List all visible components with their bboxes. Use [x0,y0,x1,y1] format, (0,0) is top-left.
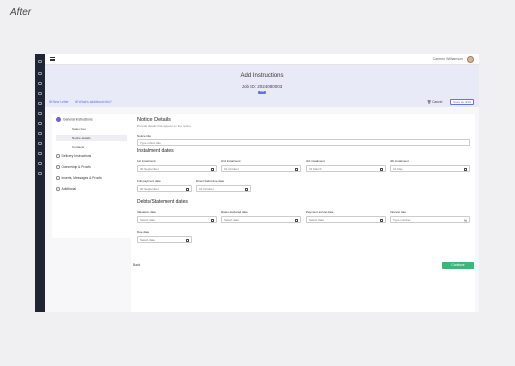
interest-rate-input[interactable]: Type number% [390,216,470,223]
notice-title-label: Notice title [137,134,152,138]
archive-icon[interactable] [38,172,42,175]
percent-icon: % [463,218,467,223]
inst3-value: 31 March [309,167,322,171]
step-label: Delivery Instructions [61,154,92,158]
page-title: Add Instructions [240,73,284,79]
mail-icon[interactable] [38,142,42,145]
step-label: General Instructions [63,117,93,122]
full-payment-label: Full payment date [137,179,161,183]
due-placeholder: Select date [140,238,156,242]
valuation-label: Valuation date [137,210,156,214]
calendar-icon [244,187,248,191]
payment-placeholder: Select date [309,218,325,222]
sub-item-sales-fee[interactable]: Sales Fee [56,126,127,132]
inst4-date-input[interactable]: 31 May [390,165,470,172]
rates-label: Rates declared date [221,210,248,214]
chart-icon[interactable] [38,122,42,125]
cancel-button[interactable]: 🗑 Cancel [427,100,442,104]
calendar-icon [185,238,189,242]
calendar-icon [294,167,298,171]
back-button[interactable]: Back [133,263,140,267]
inst3-date-input[interactable]: 31 March [306,165,386,172]
calendar-icon [294,218,298,222]
status-badge: Draft [258,90,266,94]
direct-debit-date-input[interactable]: 01 October [196,185,251,192]
interest-placeholder: Type number [393,218,411,222]
calendar-icon [379,167,383,171]
sub-item-notice-details[interactable]: Notice details [56,135,127,141]
step-dot-icon [56,117,61,122]
due-date-label: Due date [137,230,150,234]
inst2-date-input[interactable]: 01 October [221,165,301,172]
user-name: Carmen Williamson [432,57,463,61]
rates-placeholder: Select date [224,218,240,222]
document-icon[interactable] [38,82,42,85]
users-icon[interactable] [38,132,42,135]
page-label: After [10,7,32,18]
sub-item-contacts[interactable]: Contacts [56,144,127,150]
interest-label: Interest rate [390,210,407,214]
step-label: Inserts, Messages & Proofs [61,176,102,180]
folder-icon[interactable] [38,102,42,105]
calendar-icon [185,187,189,191]
additional-info-link[interactable]: ⊞ What's additional info? [75,100,112,104]
inst1-date-input[interactable]: 30 September [137,165,217,172]
notice-details-title: Notice Details [137,117,171,123]
step-dot-icon [56,187,60,191]
save-draft-button[interactable]: Save as draft [450,99,474,105]
inst2-label: 2nd instalment [221,159,241,163]
step-general[interactable]: General Instructions [56,117,93,122]
calendar-icon[interactable] [38,112,42,115]
settings-icon[interactable] [38,152,42,155]
instalment-heading: Instalment dates [137,148,174,154]
top-bar: Carmen Williamson [45,54,479,65]
direct-debit-label: Direct Debit due date [196,179,225,183]
step-delivery[interactable]: Delivery Instructions [56,154,91,158]
continue-button[interactable]: Continue [442,262,474,269]
left-rail [35,54,45,312]
inst4-value: 31 May [393,167,403,171]
logo-icon [38,60,42,63]
step-label: Ownership & Proofs [61,165,91,169]
job-id: Job ID: 2024080003 [241,84,283,89]
page-header: Add Instructions Job ID: 2024080003 Draf… [45,65,479,107]
form-panel: Notice Details Provide details that appe… [131,114,475,312]
step-dot-icon [56,165,60,169]
valuation-date-input[interactable]: Select date [137,216,217,223]
app-window: Carmen Williamson Add Instructions Job I… [35,54,479,312]
step-ownership[interactable]: Ownership & Proofs [56,165,91,169]
help-icon[interactable] [38,162,42,165]
full-payment-value: 30 September [140,187,159,191]
inst3-label: 3rd instalment [306,159,325,163]
avatar[interactable] [467,56,474,63]
payment-label: Payment arrival date [306,210,334,214]
notice-title-input[interactable]: Type notice title [137,139,470,146]
rates-date-input[interactable]: Select date [221,216,301,223]
valuation-placeholder: Select date [140,218,156,222]
full-payment-date-input[interactable]: 30 September [137,185,192,192]
direct-debit-value: 01 October [199,187,214,191]
step-inserts[interactable]: Inserts, Messages & Proofs [56,176,102,180]
new-letter-link[interactable]: ⊞ New Letter [49,100,69,104]
home-icon[interactable] [38,72,42,75]
hamburger-menu-icon[interactable] [50,57,55,61]
calendar-icon [210,218,214,222]
list-icon[interactable] [38,92,42,95]
step-additional[interactable]: Additional [56,187,76,191]
due-date-input[interactable]: Select date [137,236,192,243]
step-dot-icon [56,154,60,158]
inst2-value: 01 October [224,167,239,171]
payment-date-input[interactable]: Select date [306,216,386,223]
step-label: Additional [61,187,76,191]
inst1-value: 30 September [140,167,159,171]
calendar-icon [210,167,214,171]
notice-details-description: Provide details that appear on the notic… [137,124,192,128]
calendar-icon [379,218,383,222]
step-dot-icon [56,176,60,180]
inst4-label: 4th instalment [390,159,409,163]
inst1-label: 1st instalment [137,159,156,163]
debts-heading: Debts/Statement dates [137,199,188,205]
calendar-icon [463,167,467,171]
steps-panel: General Instructions Sales Fee Notice de… [52,114,131,238]
